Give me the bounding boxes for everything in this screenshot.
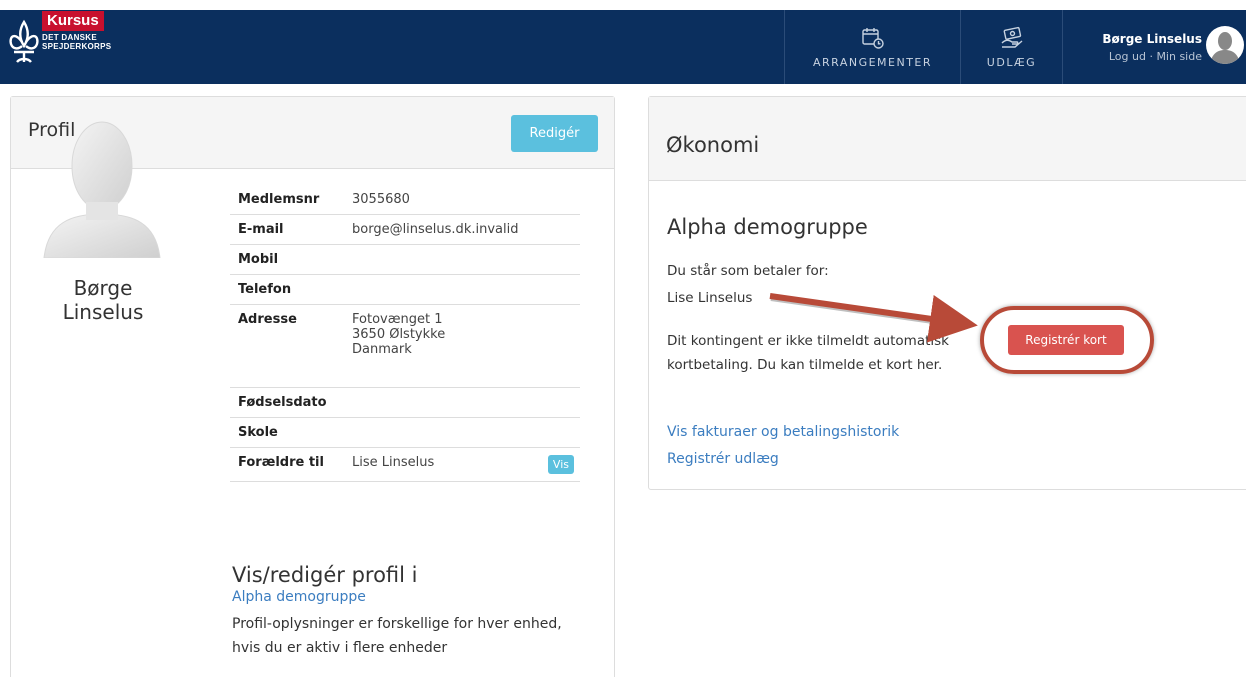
calendar-clock-icon [861,27,884,49]
profile-note: Profil-oplysninger er forskellige for hv… [232,616,562,656]
profile-name: Børge Linselus [62,276,144,324]
view-child-button[interactable]: Vis [547,455,574,474]
table-row: E-mail borge@linselus.dk.invalid [230,214,580,245]
table-row: Fødselsdato [230,387,580,418]
economy-group-name: Alpha demogruppe [667,215,868,239]
logo-line-1: DET DANSKE [42,33,98,42]
address-label: Adresse [230,304,344,388]
subscription-text: Dit kontingent er ikke tilmeldt automati… [667,333,950,373]
my-page-link[interactable]: Min side [1156,50,1202,63]
nav-arrangementer[interactable]: ARRANGEMENTER [784,10,960,84]
view-edit-profile-heading: Vis/redigér profil i [232,563,418,587]
table-row: Mobil [230,244,580,275]
user-links: Log ud · Min side [1109,50,1202,63]
nav-label-udlaeg: UDLÆG [986,55,1037,69]
register-expense-link[interactable]: Registrér udlæg [667,451,779,467]
birthdate-label: Fødselsdato [230,387,344,418]
parent-name: Lise Linselus [352,455,435,470]
money-hand-icon [1001,26,1022,48]
table-row: Medlemsnr 3055680 [230,185,580,215]
parent-value: Lise Linselus Vis [344,447,580,482]
payer-intro: Du står som betaler for: [667,263,829,279]
table-row: Skole [230,417,580,448]
nav-label-arrangementer: ARRANGEMENTER [812,55,933,69]
address-line-1: Fotovænget 1 [352,312,443,327]
user-links-separator: · [1149,50,1153,63]
logo-line-2: SPEJDERKORPS [42,42,112,51]
table-row: Telefon [230,274,580,305]
economy-panel-heading: Økonomi [649,97,1246,181]
nav-udlaeg[interactable]: UDLÆG [960,10,1062,84]
payer-for-name: Lise Linselus [667,290,753,306]
logo-badge: Kursus [42,11,104,31]
mobile-label: Mobil [230,244,344,275]
top-navbar: Kursus DET DANSKE SPEJDERKORPS ARRANGEME… [0,10,1246,84]
member-no-label: Medlemsnr [230,185,344,215]
email-label: E-mail [230,214,344,245]
school-label: Skole [230,417,344,448]
invoices-link[interactable]: Vis fakturaer og betalingshistorik [667,424,899,440]
group-profile-link[interactable]: Alpha demogruppe [232,589,366,605]
economy-title: Økonomi [666,133,760,157]
member-no-value: 3055680 [344,185,580,215]
school-value [344,417,580,448]
logout-link[interactable]: Log ud [1109,50,1146,63]
register-card-button[interactable]: Registrér kort [1008,325,1124,355]
profile-info-table: Medlemsnr 3055680 E-mail borge@linselus.… [230,185,580,482]
profile-avatar-icon [43,121,161,258]
phone-label: Telefon [230,274,344,305]
address-line-3: Danmark [352,342,412,357]
birthdate-value [344,387,580,418]
economy-panel: Økonomi Alpha demogruppe Du står som bet… [648,96,1246,490]
mobile-value [344,244,580,275]
user-menu: Børge Linselus Log ud · Min side [1062,10,1246,84]
logo[interactable]: Kursus DET DANSKE SPEJDERKORPS [8,10,111,70]
user-avatar[interactable] [1206,26,1244,64]
address-line-2: 3650 Ølstykke [352,327,446,342]
parent-label: Forældre til [230,447,344,482]
edit-profile-button[interactable]: Redigér [511,115,598,152]
table-row: Forældre til Lise Linselus Vis [230,447,580,482]
table-row: Adresse Fotovænget 1 3650 Ølstykke Danma… [230,304,580,388]
email-value: borge@linselus.dk.invalid [344,214,580,245]
user-name: Børge Linselus [1102,32,1202,46]
address-value: Fotovænget 1 3650 Ølstykke Danmark [344,304,580,388]
user-avatar-icon [1210,32,1240,64]
scout-lily-icon [9,19,39,63]
phone-value [344,274,580,305]
